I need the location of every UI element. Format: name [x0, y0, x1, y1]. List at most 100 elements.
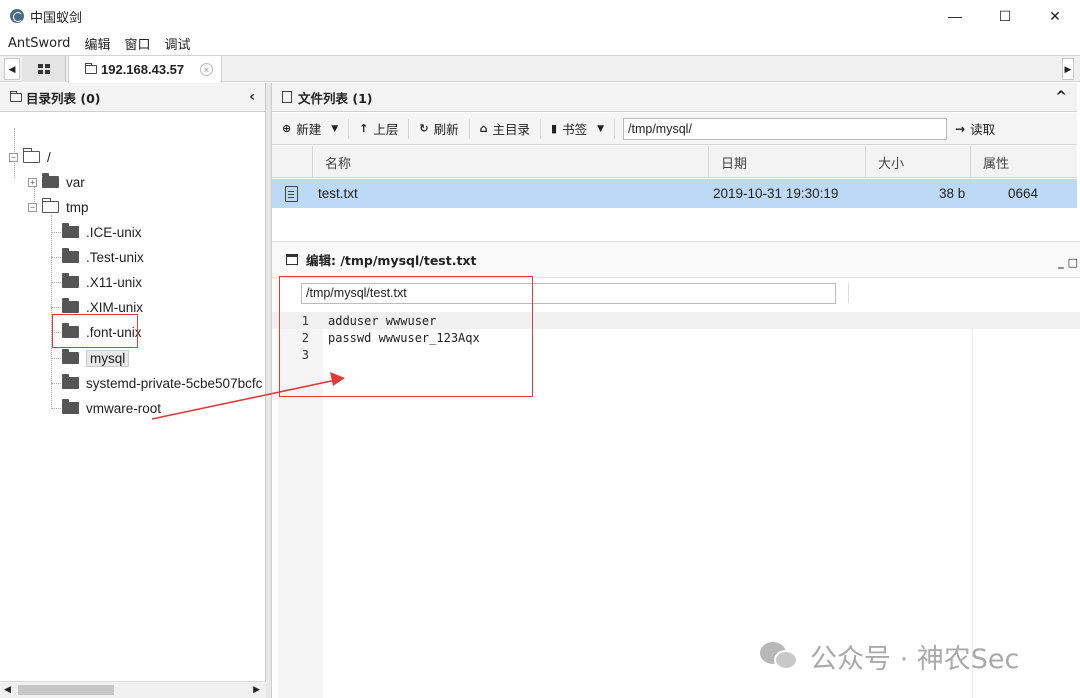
tab-connection-label: 192.168.43.57	[101, 62, 185, 77]
home-icon: ⌂	[479, 122, 488, 135]
text-file-icon	[285, 185, 298, 202]
tree-node-label: .ICE-unix	[86, 224, 142, 240]
refresh-button[interactable]: ↻ 刷新	[409, 118, 470, 139]
tab-scroll-left-button[interactable]: ◀	[4, 58, 20, 80]
collapse-toggle-icon[interactable]: −	[28, 202, 37, 212]
refresh-icon: ↻	[419, 122, 429, 135]
collapse-left-button[interactable]: ‹	[249, 89, 255, 105]
table-row[interactable]: test.txt 2019-10-31 19:30:19 38 b 0664	[272, 179, 1077, 208]
tree-node-label: /	[47, 149, 51, 165]
bookmark-icon: ▮	[551, 122, 558, 135]
up-button-label: 上层	[373, 122, 399, 137]
new-button[interactable]: ⊕ 新建 ▼	[272, 118, 350, 139]
tree-node-x11-unix[interactable]: .X11-unix	[62, 271, 142, 293]
menu-window[interactable]: 窗口	[116, 34, 156, 53]
tab-bar: ◀ 192.168.43.57 × ▶	[0, 55, 1080, 83]
column-date[interactable]: 日期	[708, 146, 865, 178]
window-icon	[286, 254, 298, 265]
expand-toggle-icon[interactable]: +	[28, 177, 37, 187]
tree-node-ice-unix[interactable]: .ICE-unix	[62, 221, 142, 243]
plus-circle-icon: ⊕	[282, 122, 292, 135]
column-permissions[interactable]: 属性	[970, 146, 1077, 178]
tree-node-label: mysql	[86, 349, 130, 367]
directory-panel-title: 目录列表 (0)	[26, 90, 101, 106]
caret-down-icon: ▼	[597, 123, 605, 134]
editor-window-controls[interactable]: _ □	[1058, 256, 1078, 269]
minimize-button[interactable]: —	[930, 0, 980, 32]
file-permissions: 0664	[1008, 186, 1039, 201]
watermark-text: 公众号 · 神农Sec	[810, 644, 1020, 675]
menu-antsword[interactable]: AntSword	[0, 36, 76, 51]
folder-icon	[10, 90, 22, 102]
bookmark-button[interactable]: ▮ 书签 ▼	[541, 118, 616, 139]
column-name[interactable]: 名称	[312, 146, 708, 178]
collapse-file-panel-button[interactable]: ^	[1055, 89, 1067, 105]
tree-node-label: .Test-unix	[86, 249, 144, 265]
antsword-logo-icon	[10, 9, 24, 23]
maximize-button[interactable]: ☐	[980, 0, 1030, 32]
file-size: 38 b	[939, 186, 966, 201]
read-button[interactable]: → 读取	[955, 119, 995, 138]
bookmark-button-label: 书签	[562, 122, 588, 137]
title-bar: 中国蚁剑 — ☐ ✕	[0, 0, 1080, 32]
home-button[interactable]: ⌂ 主目录	[470, 118, 542, 139]
watermark: 公众号 · 神农Sec	[760, 637, 1019, 676]
file-grid-header: 名称 日期 大小 属性	[272, 146, 1077, 178]
folder-icon	[62, 349, 79, 364]
folder-icon	[62, 248, 79, 263]
tab-home[interactable]	[22, 56, 66, 82]
tree-node-label: systemd-private-5cbe507bcfc	[86, 375, 263, 391]
folder-open-icon	[22, 148, 40, 163]
horizontal-scrollbar[interactable]: ◀ ▶	[0, 681, 266, 698]
file-name: test.txt	[318, 186, 358, 201]
menu-edit[interactable]: 编辑	[76, 34, 116, 53]
tab-connection[interactable]: 192.168.43.57 ×	[68, 56, 222, 83]
tree-node-root[interactable]: − /	[9, 146, 51, 168]
scrollbar-thumb[interactable]	[18, 685, 114, 695]
tree-node-mysql[interactable]: mysql	[62, 347, 130, 369]
close-button[interactable]: ✕	[1030, 0, 1080, 32]
directory-panel: 目录列表 (0) ‹ − / + var − tmp .ICE-unix .Te…	[0, 83, 266, 698]
collapse-toggle-icon[interactable]: −	[9, 152, 18, 162]
grid-icon	[37, 64, 50, 74]
column-size[interactable]: 大小	[865, 146, 970, 178]
file-panel-header: 文件列表 (1) ^	[272, 83, 1077, 112]
up-button[interactable]: ↑ 上层	[349, 118, 410, 139]
file-toolbar: ⊕ 新建 ▼ ↑ 上层 ↻ 刷新 ⌂ 主目录 ▮ 书签 ▼ /tmp/mysql…	[272, 113, 1077, 145]
tree-node-var[interactable]: + var	[28, 171, 85, 193]
tab-close-icon[interactable]: ×	[200, 63, 213, 76]
tree-node-vmware-root[interactable]: vmware-root	[62, 397, 161, 419]
scroll-left-arrow-icon[interactable]: ◀	[4, 684, 11, 695]
wechat-icon	[760, 641, 800, 672]
path-input[interactable]: /tmp/mysql/	[623, 117, 948, 140]
folder-icon	[62, 374, 79, 389]
menu-bar: AntSword 编辑 窗口 调试	[0, 32, 1080, 54]
menu-debug[interactable]: 调试	[156, 34, 196, 53]
folder-icon	[42, 173, 59, 188]
folder-icon	[85, 63, 97, 74]
scroll-right-arrow-icon[interactable]: ▶	[253, 684, 260, 695]
arrow-up-icon: ↑	[359, 122, 369, 135]
directory-panel-header: 目录列表 (0) ‹	[0, 83, 265, 112]
folder-icon	[62, 223, 79, 238]
tree-node-tmp[interactable]: − tmp	[28, 196, 89, 218]
file-icon	[282, 91, 292, 103]
read-button-label: 读取	[970, 122, 996, 137]
arrow-right-icon: →	[955, 121, 966, 136]
tab-scroll-right-button[interactable]: ▶	[1062, 58, 1074, 80]
tree-node-label: .XIM-unix	[86, 299, 144, 315]
refresh-button-label: 刷新	[433, 122, 459, 137]
tree-node-systemd-private[interactable]: systemd-private-5cbe507bcfc	[62, 372, 266, 394]
caret-down-icon: ▼	[331, 123, 339, 134]
file-panel-title: 文件列表 (1)	[298, 90, 373, 106]
tree-node-label: var	[66, 174, 85, 190]
annotation-box-mysql	[52, 314, 138, 348]
editor-title: 编辑: /tmp/mysql/test.txt	[306, 253, 477, 268]
home-button-label: 主目录	[492, 122, 531, 137]
editor-header: 编辑: /tmp/mysql/test.txt _ □	[272, 242, 1080, 278]
file-date: 2019-10-31 19:30:19	[713, 186, 839, 201]
tree-node-test-unix[interactable]: .Test-unix	[62, 246, 144, 268]
folder-icon	[62, 399, 79, 414]
tree-node-label: vmware-root	[86, 400, 162, 416]
folder-open-icon	[41, 198, 59, 213]
